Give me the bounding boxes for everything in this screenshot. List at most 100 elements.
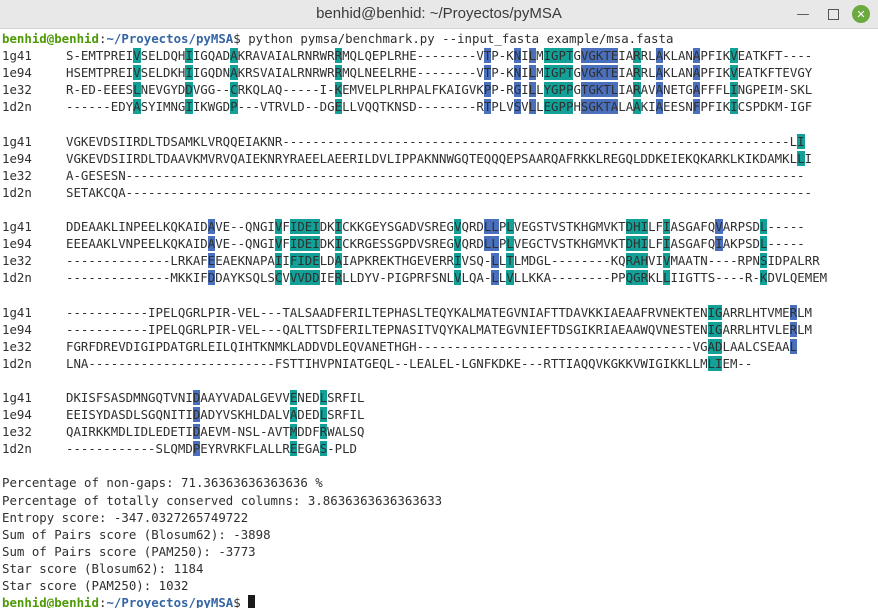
sequence-id: 1e32 (2, 167, 32, 183)
conserved-residue: R (334, 270, 343, 286)
alignment-row: 1g41 DKISFSASDMNGQTVNIDAAYVADALGEVVENEDLS… (2, 389, 878, 406)
sequence-id: 1g41 (2, 133, 32, 149)
similar-residue: A (655, 99, 664, 115)
conserved-residue: I (662, 219, 671, 235)
conserved-residue: E (312, 253, 320, 269)
prompt-path: ~/Proyectos/pyMSA (106, 31, 234, 46)
conserved-residue: G (551, 48, 559, 64)
sequence-residues: -----------IPELQGRLPIR-VEL---TALSAADFERI… (66, 304, 813, 320)
minimize-icon[interactable]: — (794, 5, 812, 23)
alignment-row: 1e32 --------------LRKAFEEAEKNAPAIIFIDELD… (2, 252, 878, 269)
similar-residue: R (789, 321, 798, 337)
conserved-residue: I (543, 65, 552, 81)
sequence-id: 1d2n (2, 184, 32, 200)
similar-residue: N (513, 48, 522, 64)
conserved-residue: I (715, 355, 723, 371)
conserved-residue: I (312, 219, 320, 235)
sequence-residues: LNA-------------------------FSTTIHVPNIAT… (66, 355, 753, 371)
conserved-residue: I (334, 219, 343, 235)
similar-residue: E (610, 65, 619, 81)
similar-residue: L (491, 270, 499, 286)
command-line: benhid@benhid:~/Proyectos/pyMSA$ python … (2, 30, 878, 47)
similar-residue: E (207, 253, 216, 269)
sequence-residues: EEISYDASDLSGQNITIDADYVSKHLDALVADEDLSRFIL (66, 407, 365, 423)
result-line: Percentage of totally conserved columns:… (2, 492, 443, 508)
sequence-id: 1d2n (2, 441, 32, 457)
conserved-residue: I (797, 133, 805, 149)
result-line: Sum of Pairs score (Blosum62): -3898 (2, 526, 271, 542)
similar-residue: A (655, 48, 664, 64)
conserved-residue: R (334, 65, 343, 81)
close-icon[interactable]: ✕ (852, 5, 870, 23)
similar-residue: R (789, 304, 798, 320)
result-line: Star score (PAM250): 1032 (2, 578, 189, 593)
conserved-residue: D (625, 219, 634, 235)
similar-residue: A (655, 65, 664, 81)
conserved-residue: T (565, 48, 574, 64)
conserved-residue: R (633, 48, 641, 64)
conserved-residue: L (319, 389, 328, 405)
conserved-residue: V (133, 48, 141, 64)
similar-residue: D (207, 270, 216, 286)
conserved-residue: V (730, 48, 738, 64)
terminal-output[interactable]: benhid@benhid:~/Proyectos/pyMSA$ python … (0, 29, 878, 608)
sequence-id: 1g41 (2, 219, 32, 235)
maximize-icon[interactable] (824, 5, 842, 23)
similar-residue: A (655, 82, 664, 98)
similar-residue: T (603, 65, 611, 81)
prompt-path: ~/Proyectos/pyMSA (106, 595, 234, 608)
similar-residue: T (483, 99, 492, 115)
similar-residue: A (207, 219, 216, 235)
conserved-residue: P (565, 99, 574, 115)
prompt-line: benhid@benhid:~/Proyectos/pyMSA$ (2, 594, 878, 608)
similar-residue: T (483, 65, 492, 81)
conserved-residue: H (633, 219, 641, 235)
similar-residue: L (610, 82, 619, 98)
conserved-residue: G (551, 65, 559, 81)
conserved-residue: I (640, 236, 649, 252)
conserved-residue: I (185, 48, 193, 64)
alignment-row: 1g41 DDEAAKLINPEELKQKAIDAVE--QNGIVFIDEIDK… (2, 218, 878, 235)
alignment-row: 1d2n ------EDYASYIMNGIIKWGDP---VTRVLD--DG… (2, 98, 878, 115)
command-text: python pymsa/benchmark.py --input_fasta … (240, 31, 674, 46)
conserved-residue: L (707, 355, 716, 371)
sequence-id: 1e94 (2, 407, 32, 423)
similar-residue: G (588, 82, 596, 98)
similar-residue: G (513, 82, 522, 98)
conserved-residue: R (625, 253, 634, 269)
similar-residue: L (491, 253, 499, 269)
sequence-id: 1e94 (2, 150, 32, 166)
conserved-residue: V (133, 65, 141, 81)
similar-residue: S (513, 99, 522, 115)
result-line: Entropy score: -347.0327265749722 (2, 509, 249, 525)
conserved-residue: C (230, 82, 238, 98)
similar-residue: L (491, 219, 499, 235)
conserved-residue: I (312, 236, 320, 252)
alignment-row: 1e94 VGKEVDSIIRDLTDAAVKMVRVQAIEKNRYRAEELA… (2, 150, 878, 167)
alignment-row: 1g41 VGKEVDSIIRDLTDSAMKLVRQQEIAKNR-------… (2, 133, 878, 150)
result-line: Sum of Pairs score (PAM250): -3773 (2, 543, 256, 559)
cursor-block (248, 595, 256, 608)
conserved-residue: S (319, 441, 328, 457)
conserved-residue: D (715, 338, 723, 354)
alignment-row: 1d2n --------------MKKIFDDAYKSQLSCVVVDDIE… (2, 269, 878, 286)
sequence-residues: EEEAAKLVNPEELKQKAIDAVE--QNGIVFIDEIDKICKR… (66, 236, 805, 252)
similar-residue: N (513, 65, 522, 81)
sequence-residues: S-EMTPREIVSELDQHIIGQADAKRAVAIALRNRWRRMQL… (66, 48, 813, 64)
conserved-residue: V (662, 253, 671, 269)
sequence-residues: SETAKCQA--------------------------------… (66, 184, 812, 200)
conserved-residue: L (760, 219, 768, 235)
conserved-residue: V (274, 219, 283, 235)
conserved-residue: P (565, 82, 574, 98)
conserved-residue: A (289, 407, 298, 423)
similar-residue: G (588, 65, 596, 81)
similar-residue: L (528, 48, 537, 64)
conserved-residue: R (319, 424, 328, 440)
sequence-id: 1e94 (2, 321, 32, 337)
similar-residue: L (528, 82, 537, 98)
sequence-residues: ------------SLQMDPEYRVRKFLALLREEGAS-PLD (66, 441, 357, 457)
alignment-row: 1g41 -----------IPELQGRLPIR-VEL---TALSAAD… (2, 304, 878, 321)
